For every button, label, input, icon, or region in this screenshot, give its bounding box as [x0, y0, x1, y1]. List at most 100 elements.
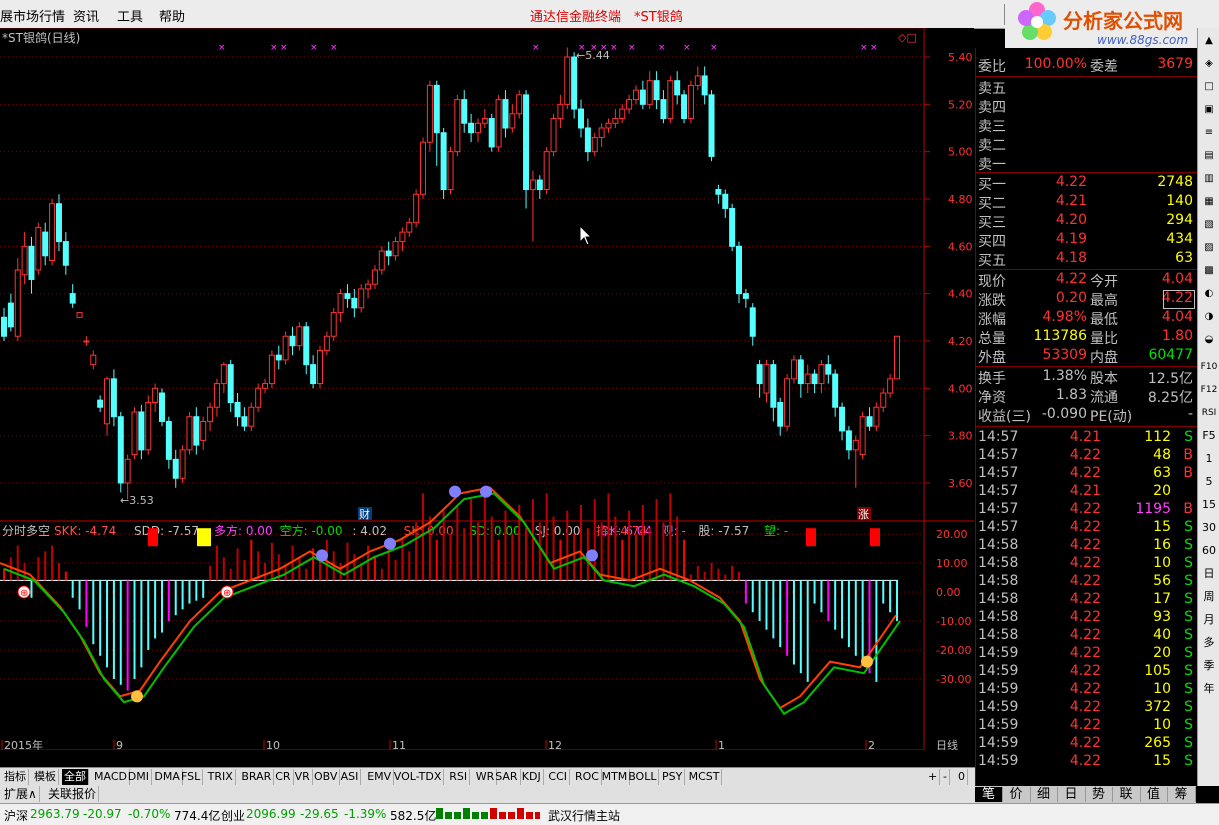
- period-button[interactable]: 30: [1200, 519, 1218, 537]
- limit-up-badge[interactable]: 涨: [858, 508, 869, 521]
- menu-news[interactable]: 资讯: [73, 6, 99, 25]
- finance-badge[interactable]: 财: [359, 507, 370, 521]
- period-button[interactable]: 月: [1200, 611, 1218, 629]
- histogram-bar: [51, 545, 54, 581]
- period-button[interactable]: 1: [1200, 450, 1218, 468]
- tab-control-button[interactable]: -: [941, 769, 950, 785]
- buy-row: 买二 4.21 140: [976, 193, 1197, 212]
- tool-icon[interactable]: ◐: [1200, 285, 1218, 303]
- extend-bar: 扩展∧ 关联报价: [0, 785, 975, 803]
- histogram-bar: [264, 562, 267, 581]
- extend-button[interactable]: 扩展∧: [2, 786, 40, 802]
- quote-tab[interactable]: 细: [1030, 787, 1058, 802]
- period-button[interactable]: 年: [1200, 680, 1218, 698]
- indicator-tab[interactable]: ASI: [339, 769, 362, 785]
- signal-marker: ×: [710, 43, 718, 53]
- histogram-bar: [167, 580, 170, 621]
- quote-tab[interactable]: 日: [1058, 787, 1086, 802]
- indicator-tab[interactable]: OBV: [312, 769, 341, 785]
- menu-help[interactable]: 帮助: [159, 6, 185, 25]
- period-button[interactable]: 多: [1200, 634, 1218, 652]
- buy-level-label: 买二: [978, 196, 1006, 212]
- histogram-bar: [236, 548, 239, 581]
- indicator-value: SKK: -4.74: [54, 524, 116, 538]
- tab-control-button[interactable]: 0: [956, 769, 968, 785]
- tool-icon[interactable]: □: [1200, 78, 1218, 96]
- related-quote-button[interactable]: 关联报价: [46, 786, 100, 802]
- kline-chart-area[interactable]: *ST银鸽(日线) ◇□ 5.40 5.20 5.00 4.80 4.60 4.40 4.20 4…: [0, 27, 974, 752]
- histogram-bar: [106, 580, 109, 668]
- period-button[interactable]: RSI: [1200, 404, 1218, 422]
- buy-price: 4.18: [1055, 250, 1087, 266]
- quote-tab[interactable]: 笔: [975, 787, 1003, 802]
- indicator-tab[interactable]: VR: [293, 769, 313, 785]
- indicator-tab[interactable]: CR: [273, 769, 294, 785]
- quote-tab[interactable]: 价: [1003, 787, 1031, 802]
- tool-icon[interactable]: ◑: [1200, 308, 1218, 326]
- stat-value: 4.22: [1055, 271, 1087, 287]
- quote-tab[interactable]: 值: [1140, 787, 1168, 802]
- tool-icon[interactable]: ▲: [1200, 32, 1218, 50]
- histogram-bar: [160, 580, 163, 633]
- kline-chart-svg[interactable]: *ST银鸽(日线) ◇□ 5.40 5.20 5.00 4.80 4.60 4.40 4.20 4…: [0, 27, 974, 752]
- tick-time: 14:57: [978, 501, 1019, 517]
- tool-icon[interactable]: ▣: [1200, 101, 1218, 119]
- indicator-tab[interactable]: FSL: [179, 769, 204, 785]
- tool-icon[interactable]: ▨: [1200, 239, 1218, 257]
- indicator-tab[interactable]: 全部: [62, 769, 89, 785]
- menu-tools[interactable]: 工具: [117, 6, 143, 25]
- stat-row: 外盘 53309 内盘 60477: [976, 347, 1197, 366]
- period-button[interactable]: F5: [1200, 427, 1218, 445]
- candle-body: [653, 80, 660, 101]
- indicator-tab[interactable]: MACD: [92, 769, 130, 785]
- indicator-tab[interactable]: SAR: [493, 769, 521, 785]
- indicator-tab[interactable]: ROC: [573, 769, 602, 785]
- indicator-tab[interactable]: KDJ: [520, 769, 544, 785]
- period-button[interactable]: 日: [1200, 565, 1218, 583]
- menu-market[interactable]: 展市场行情: [0, 6, 65, 25]
- period-button[interactable]: 周: [1200, 588, 1218, 606]
- tool-icon[interactable]: ▩: [1200, 262, 1218, 280]
- indicator-tab[interactable]: PSY: [660, 769, 686, 785]
- indicator-tab[interactable]: MCST: [687, 769, 723, 785]
- quote-tab[interactable]: 筹: [1168, 787, 1196, 802]
- period-button[interactable]: 60: [1200, 542, 1218, 560]
- candle-body: [110, 378, 117, 418]
- quote-tab[interactable]: 势: [1085, 787, 1113, 802]
- histogram-bar: [71, 580, 74, 598]
- tool-icon[interactable]: ▥: [1200, 170, 1218, 188]
- chart-corner-icon[interactable]: ◇□: [898, 31, 917, 44]
- period-button[interactable]: 15: [1200, 496, 1218, 514]
- tool-icon[interactable]: ◒: [1200, 331, 1218, 349]
- indicator-tab[interactable]: 模板: [32, 769, 59, 785]
- indicator-tab[interactable]: BRAR: [239, 769, 275, 785]
- histogram-bar: [456, 504, 459, 581]
- indicator-tab[interactable]: RSI: [447, 769, 471, 785]
- tick-time: 14:59: [978, 717, 1019, 733]
- indicator-tab[interactable]: DMI: [126, 769, 153, 785]
- tick-price: 4.22: [1069, 555, 1101, 571]
- indicator-tab[interactable]: BOLL: [626, 769, 660, 785]
- indicator-tab[interactable]: 指标: [2, 769, 29, 785]
- tick-volume: 1195: [1135, 501, 1171, 517]
- tab-control-button[interactable]: +: [926, 769, 941, 785]
- period-button[interactable]: F12: [1200, 381, 1218, 399]
- tool-icon[interactable]: ≡: [1200, 124, 1218, 142]
- period-button[interactable]: 5: [1200, 473, 1218, 491]
- stat-value-2: 1.80: [1161, 328, 1193, 344]
- period-button[interactable]: 季: [1200, 657, 1218, 675]
- tool-icon[interactable]: ▤: [1200, 147, 1218, 165]
- indicator-tab[interactable]: EMV: [365, 769, 395, 785]
- period-button[interactable]: F10: [1200, 358, 1218, 376]
- tool-icon[interactable]: ◈: [1200, 55, 1218, 73]
- tool-icon[interactable]: ▦: [1200, 193, 1218, 211]
- tool-icon[interactable]: ▧: [1200, 216, 1218, 234]
- tick-price: 4.22: [1069, 591, 1101, 607]
- period-label[interactable]: 日线: [936, 738, 958, 752]
- sell-row: 卖五: [976, 78, 1197, 97]
- indicator-tab[interactable]: CCI: [546, 769, 570, 785]
- candle-body: [674, 80, 681, 96]
- indicator-tab[interactable]: VOL-TDX: [392, 769, 445, 785]
- indicator-tab[interactable]: TRIX: [206, 769, 236, 785]
- quote-tab[interactable]: 联: [1113, 787, 1141, 802]
